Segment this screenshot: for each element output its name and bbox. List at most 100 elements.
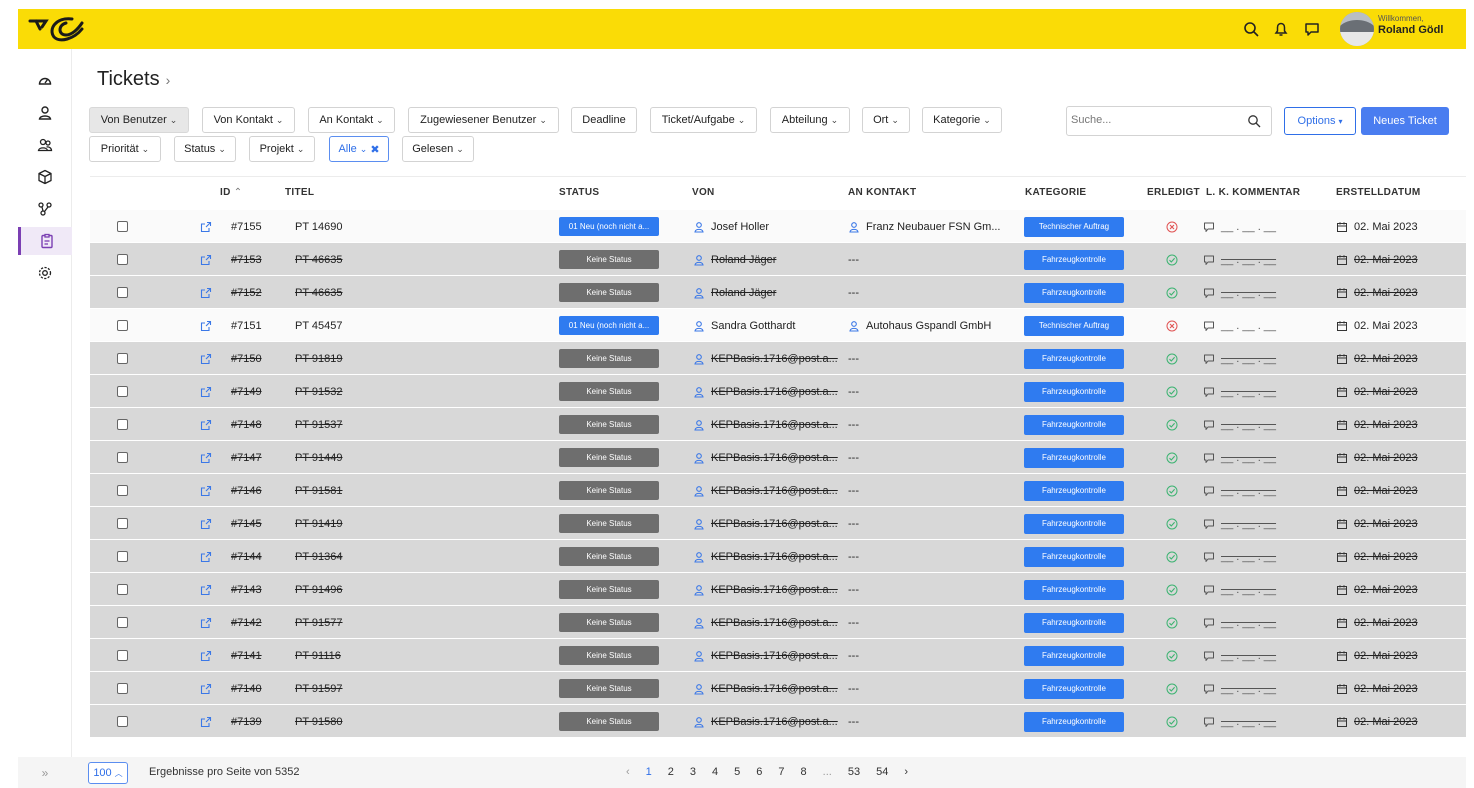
von-cell[interactable]: Roland Jäger — [693, 276, 843, 309]
von-cell[interactable]: KEPBasis.1716@post.a... — [693, 507, 843, 540]
table-row[interactable]: #7149 PT 91532 Keine Status KEPBasis.1716@p… — [90, 375, 1466, 408]
an-kontakt-cell[interactable]: --- — [848, 441, 1008, 474]
ticket-title[interactable]: PT 46635 — [295, 243, 445, 276]
ticket-title[interactable]: PT 91577 — [295, 606, 445, 639]
table-row[interactable]: #7153 PT 46635 Keine Status Roland Jäger ---… — [90, 243, 1466, 276]
sidebar-item-network[interactable] — [18, 195, 72, 223]
von-cell[interactable]: KEPBasis.1716@post.a... — [693, 573, 843, 606]
status-badge[interactable]: Keine Status — [559, 646, 659, 665]
bell-icon[interactable] — [1272, 20, 1290, 38]
row-checkbox[interactable] — [117, 716, 128, 727]
von-cell[interactable]: KEPBasis.1716@post.a... — [693, 672, 843, 705]
von-cell[interactable]: KEPBasis.1716@post.a... — [693, 408, 843, 441]
an-kontakt-cell[interactable]: --- — [848, 606, 1008, 639]
row-checkbox[interactable] — [117, 683, 128, 694]
filter-prioritaet[interactable]: Priorität ⌄ — [89, 136, 161, 162]
category-badge[interactable]: Fahrzeugkontrolle — [1024, 678, 1124, 699]
prev-page-button[interactable]: ‹ — [626, 766, 630, 778]
sidebar-item-users[interactable] — [18, 131, 72, 159]
ticket-title[interactable]: PT 91532 — [295, 375, 445, 408]
page-link[interactable]: 6 — [756, 766, 762, 778]
ticket-title[interactable]: PT 91364 — [295, 540, 445, 573]
external-link-icon[interactable] — [200, 485, 212, 497]
von-cell[interactable]: KEPBasis.1716@post.a... — [693, 705, 843, 738]
external-link-icon[interactable] — [200, 551, 212, 563]
row-checkbox[interactable] — [117, 386, 128, 397]
table-row[interactable]: #7143 PT 91496 Keine Status KEPBasis.1716@p… — [90, 573, 1466, 606]
page-link[interactable]: 2 — [668, 766, 674, 778]
user-greeting[interactable]: Willkommen, Roland Gödl — [1378, 14, 1443, 36]
an-kontakt-cell[interactable]: --- — [848, 474, 1008, 507]
status-badge[interactable]: Keine Status — [559, 547, 659, 566]
row-checkbox[interactable] — [117, 518, 128, 529]
category-badge[interactable]: Fahrzeugkontrolle — [1024, 513, 1124, 534]
category-badge[interactable]: Fahrzeugkontrolle — [1024, 348, 1124, 369]
filter-deadline[interactable]: Deadline — [571, 107, 637, 133]
page-link[interactable]: 3 — [690, 766, 696, 778]
status-badge[interactable]: Keine Status — [559, 382, 659, 401]
an-kontakt-cell[interactable]: --- — [848, 408, 1008, 441]
filter-abteilung[interactable]: Abteilung ⌄ — [770, 107, 850, 133]
status-badge[interactable]: Keine Status — [559, 448, 659, 467]
table-row[interactable]: #7142 PT 91577 Keine Status KEPBasis.1716@p… — [90, 606, 1466, 639]
sidebar-item-tickets[interactable] — [18, 227, 72, 255]
row-checkbox[interactable] — [117, 617, 128, 628]
page-link[interactable]: 54 — [876, 766, 888, 778]
ticket-title[interactable]: PT 45457 — [295, 309, 445, 342]
next-page-button[interactable]: › — [904, 766, 908, 778]
external-link-icon[interactable] — [200, 584, 212, 596]
column-header-status[interactable]: STATUS — [559, 187, 599, 198]
filter-zugewiesener-benutzer[interactable]: Zugewiesener Benutzer ⌄ — [408, 107, 559, 133]
row-checkbox[interactable] — [117, 353, 128, 364]
sidebar-item-dashboard[interactable] — [18, 67, 72, 95]
filter-gelesen-alle[interactable]: Alle ⌄ ✖ — [329, 136, 389, 162]
ticket-title[interactable]: PT 91819 — [295, 342, 445, 375]
external-link-icon[interactable] — [200, 683, 212, 695]
options-button[interactable]: Options ▾ — [1284, 107, 1356, 135]
page-link[interactable]: 8 — [801, 766, 807, 778]
row-checkbox[interactable] — [117, 551, 128, 562]
an-kontakt-cell[interactable]: --- — [848, 507, 1008, 540]
category-badge[interactable]: Fahrzeugkontrolle — [1024, 414, 1124, 435]
column-header-titel[interactable]: TITEL — [285, 187, 314, 198]
an-kontakt-cell[interactable]: --- — [848, 672, 1008, 705]
search-input[interactable] — [1071, 114, 1241, 126]
table-row[interactable]: #7147 PT 91449 Keine Status KEPBasis.1716@p… — [90, 441, 1466, 474]
ticket-title[interactable]: PT 91537 — [295, 408, 445, 441]
status-badge[interactable]: Keine Status — [559, 712, 659, 731]
filter-kategorie[interactable]: Kategorie ⌄ — [922, 107, 1002, 133]
page-link[interactable]: 1 — [646, 766, 652, 778]
chat-icon[interactable] — [1303, 20, 1321, 38]
status-badge[interactable]: Keine Status — [559, 613, 659, 632]
column-header-id[interactable]: ID ⌃ — [220, 187, 242, 198]
category-badge[interactable]: Fahrzeugkontrolle — [1024, 579, 1124, 600]
category-badge[interactable]: Fahrzeugkontrolle — [1024, 381, 1124, 402]
ticket-title[interactable]: PT 91419 — [295, 507, 445, 540]
category-badge[interactable]: Technischer Auftrag — [1024, 315, 1124, 336]
column-header-erledigt[interactable]: ERLEDIGT — [1147, 187, 1200, 198]
column-header-von[interactable]: VON — [692, 187, 715, 198]
von-cell[interactable]: KEPBasis.1716@post.a... — [693, 540, 843, 573]
row-checkbox[interactable] — [117, 650, 128, 661]
table-row[interactable]: #7139 PT 91580 Keine Status KEPBasis.1716@p… — [90, 705, 1466, 738]
table-row[interactable]: #7141 PT 91116 Keine Status KEPBasis.1716@p… — [90, 639, 1466, 672]
category-badge[interactable]: Fahrzeugkontrolle — [1024, 612, 1124, 633]
von-cell[interactable]: KEPBasis.1716@post.a... — [693, 441, 843, 474]
external-link-icon[interactable] — [200, 518, 212, 530]
column-header-an-kontakt[interactable]: AN KONTAKT — [848, 187, 916, 198]
external-link-icon[interactable] — [200, 353, 212, 365]
von-cell[interactable]: KEPBasis.1716@post.a... — [693, 342, 843, 375]
external-link-icon[interactable] — [200, 617, 212, 629]
filter-projekt[interactable]: Projekt ⌄ — [249, 136, 315, 162]
filter-gelesen[interactable]: Gelesen ⌄ — [402, 136, 474, 162]
filter-von-benutzer[interactable]: Von Benutzer ⌄ — [89, 107, 189, 133]
external-link-icon[interactable] — [200, 320, 212, 332]
filter-status[interactable]: Status ⌄ — [174, 136, 236, 162]
table-row[interactable]: #7145 PT 91419 Keine Status KEPBasis.1716@p… — [90, 507, 1466, 540]
an-kontakt-cell[interactable]: --- — [848, 276, 1008, 309]
row-checkbox[interactable] — [117, 320, 128, 331]
category-badge[interactable]: Fahrzeugkontrolle — [1024, 546, 1124, 567]
category-badge[interactable]: Fahrzeugkontrolle — [1024, 645, 1124, 666]
ticket-title[interactable]: PT 91496 — [295, 573, 445, 606]
von-cell[interactable]: KEPBasis.1716@post.a... — [693, 606, 843, 639]
